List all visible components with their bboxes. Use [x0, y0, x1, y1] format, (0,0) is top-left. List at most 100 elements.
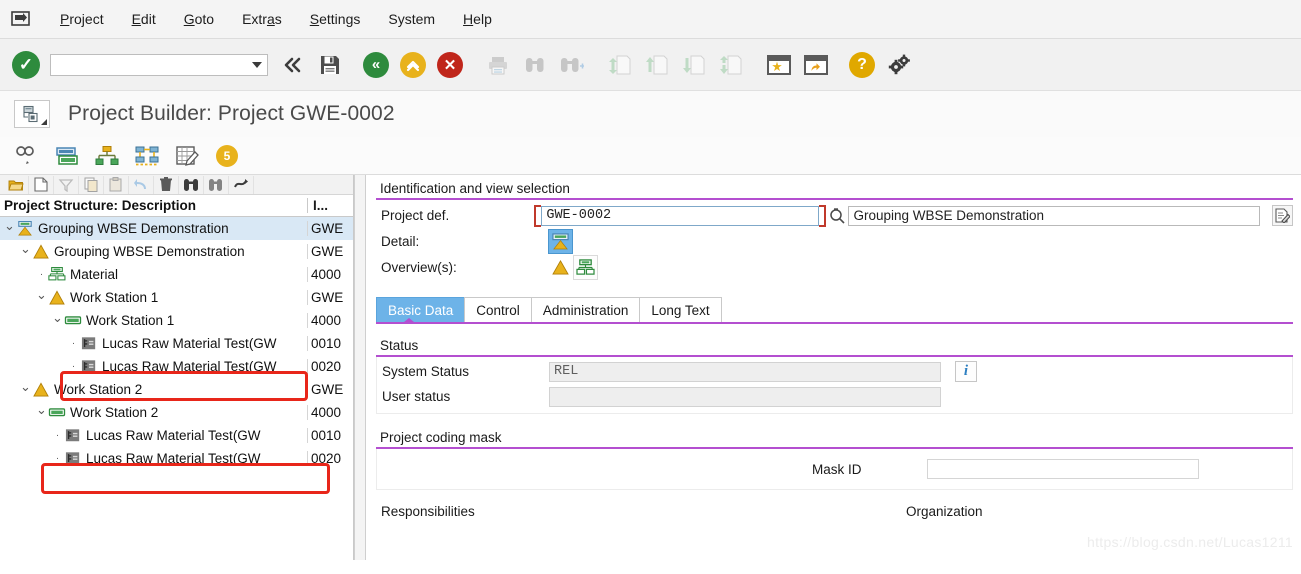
back-chevrons-icon[interactable] [276, 48, 310, 82]
tree-row[interactable]: · Lucas Raw Material Test(GW 0010 [0, 424, 353, 447]
cancel-icon[interactable]: ✕ [433, 48, 467, 82]
coding-mask-section: Project coding mask [376, 428, 1293, 449]
project-planning-board-icon[interactable] [174, 143, 200, 169]
main-split: Project Structure: Description I... ⌄ Gro… [0, 175, 1301, 560]
tab-administration[interactable]: Administration [530, 297, 641, 322]
tree-row[interactable]: ⌄ Work Station 2 GWE [0, 378, 353, 401]
tree-row-description-cell: ⌄ Grouping WBSE Demonstration [0, 221, 307, 237]
paste-icon[interactable] [104, 175, 129, 194]
tree-row-label: Work Station 1 [70, 290, 159, 305]
menu-settings[interactable]: Settings [296, 9, 375, 29]
tree-row-description-cell: · Material [0, 267, 307, 283]
menu-goto[interactable]: Goto [170, 9, 228, 29]
sap-system-menu-icon[interactable] [10, 9, 32, 29]
menu-edit[interactable]: Edit [118, 9, 170, 29]
info-icon[interactable]: i [955, 361, 977, 382]
help-icon[interactable]: ? [845, 48, 879, 82]
customize-icon[interactable] [882, 48, 916, 82]
tree-row-id-cell: 0010 [307, 428, 353, 443]
network-graphic-icon[interactable] [134, 143, 160, 169]
enter-icon[interactable]: ✓ [12, 50, 40, 79]
expander-collapse-icon[interactable]: ⌄ [36, 290, 47, 301]
coding-mask-section-title: Project coding mask [380, 430, 502, 445]
tree-row-label: Lucas Raw Material Test(GW [102, 359, 277, 374]
expander-collapse-icon[interactable]: ⌄ [36, 405, 47, 416]
find-icon[interactable] [179, 175, 204, 194]
create-session-icon[interactable] [762, 48, 796, 82]
tree-column-id: I... [307, 198, 353, 213]
menu-project[interactable]: Project [46, 9, 118, 29]
system-status-value: REL [549, 361, 941, 382]
first-page-icon [603, 48, 637, 82]
material-icon [47, 267, 66, 283]
identification-section-title: Identification and view selection [380, 181, 570, 196]
page-title: Project Builder: Project GWE-0002 [68, 102, 395, 125]
chevron-down-icon[interactable] [252, 61, 262, 68]
command-field[interactable] [50, 53, 268, 76]
messages-icon[interactable]: 5 [214, 143, 240, 169]
tabstrip-rule [376, 318, 1293, 324]
open-project-icon[interactable] [4, 175, 29, 194]
tree-row[interactable]: · Lucas Raw Material Test(GW 0020 [0, 355, 353, 378]
menu-bar: Project Edit Goto Extras Settings System… [0, 0, 1301, 38]
tree-row[interactable]: ⌄ Work Station 1 GWE [0, 286, 353, 309]
long-text-editor-icon[interactable] [1271, 205, 1293, 226]
new-document-icon[interactable] [29, 175, 54, 194]
expander-collapse-icon[interactable]: ⌄ [4, 221, 15, 232]
project-def-label: Project def. [381, 208, 450, 223]
expander-collapse-icon[interactable]: ⌄ [52, 313, 63, 324]
tree-row[interactable]: ⌄ Work Station 2 4000 [0, 401, 353, 424]
expander-collapse-icon[interactable]: ⌄ [20, 244, 31, 255]
tree-row-description-cell: ⌄ Work Station 1 [0, 290, 307, 306]
detail-project-definition-button[interactable] [548, 228, 573, 254]
project-def-description-input[interactable]: Grouping WBSE Demonstration [848, 205, 1260, 226]
search-help-icon[interactable] [827, 206, 848, 226]
focus-bracket-right [819, 204, 827, 227]
mask-id-input[interactable] [927, 459, 1199, 479]
tree-row[interactable]: · Lucas Raw Material Test(GW 0020 [0, 447, 353, 470]
menu-extras[interactable]: Extras [228, 9, 296, 29]
overview-wbs-element-button[interactable] [548, 255, 573, 280]
pane-splitter[interactable] [354, 175, 366, 560]
tree-row-id-cell: 0010 [307, 336, 353, 351]
filter-icon[interactable] [54, 175, 79, 194]
tree-row-id-cell: GWE [307, 221, 353, 236]
tree-row[interactable]: ⌄ Work Station 1 4000 [0, 309, 353, 332]
copy-icon[interactable] [79, 175, 104, 194]
tree-row[interactable]: ⌄ Grouping WBSE Demonstration GWE [0, 217, 353, 240]
project-builder-icon[interactable] [14, 100, 50, 128]
find-next-icon [555, 48, 589, 82]
message-count-badge: 5 [216, 144, 238, 167]
tree-row[interactable]: · Lucas Raw Material Test(GW 0010 [0, 332, 353, 355]
exit-icon[interactable] [396, 48, 430, 82]
user-status-row: User status [377, 384, 1292, 409]
undo-icon[interactable] [129, 175, 154, 194]
project-def-input[interactable]: GWE-0002 [541, 205, 820, 226]
more-icon[interactable] [229, 175, 254, 194]
responsibilities-section-title: Responsibilities [381, 504, 475, 519]
overview-material-button[interactable] [573, 254, 598, 280]
user-status-value[interactable] [549, 386, 941, 407]
find-next-icon[interactable] [204, 175, 229, 194]
tree-row[interactable]: ⌄ Grouping WBSE Demonstration GWE [0, 240, 353, 263]
screen-title-bar: Project Builder: Project GWE-0002 [0, 91, 1301, 137]
hierarchy-graphic-icon[interactable] [94, 143, 120, 169]
tree-leaf-marker-icon: · [71, 361, 76, 372]
delete-icon[interactable] [154, 175, 179, 194]
project-definition-icon[interactable] [54, 143, 80, 169]
menu-system[interactable]: System [374, 9, 449, 29]
tree-row[interactable]: · Material 4000 [0, 263, 353, 286]
detail-tabstrip: Basic Data Control Administration Long T… [376, 296, 1301, 322]
tab-basic-data[interactable]: Basic Data [376, 297, 466, 322]
save-icon[interactable] [313, 48, 347, 82]
find-icon [518, 48, 552, 82]
tab-long-text[interactable]: Long Text [639, 297, 722, 322]
tree-row-label: Grouping WBSE Demonstration [38, 221, 229, 236]
expander-collapse-icon[interactable]: ⌄ [20, 382, 31, 393]
tree-column-description: Project Structure: Description [4, 198, 197, 213]
create-shortcut-icon[interactable] [799, 48, 833, 82]
menu-help[interactable]: Help [449, 9, 506, 29]
display-change-icon[interactable] [14, 143, 40, 169]
back-icon[interactable]: « [359, 48, 393, 82]
tab-control[interactable]: Control [464, 297, 532, 322]
